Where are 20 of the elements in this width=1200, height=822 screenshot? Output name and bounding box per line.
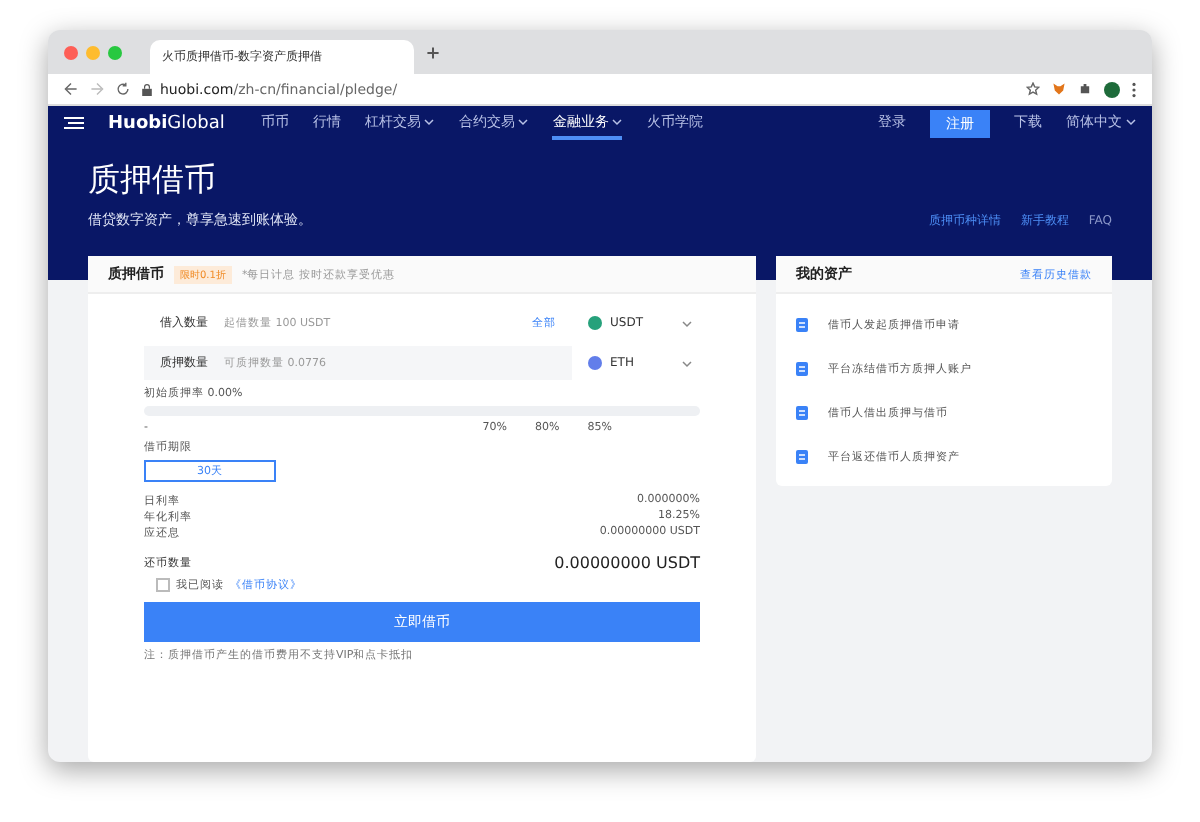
star-icon[interactable]: [1026, 82, 1040, 96]
document-icon: [796, 317, 808, 331]
logo[interactable]: HuobiGlobal: [108, 113, 225, 133]
page-title: 质押借币: [88, 160, 216, 202]
chevron-down-icon: [682, 359, 692, 367]
document-icon: [796, 361, 808, 375]
back-arrow-icon[interactable]: [64, 82, 78, 96]
reload-icon[interactable]: [116, 82, 130, 96]
chevron-down-icon: [1126, 117, 1136, 125]
chevron-down-icon: [682, 319, 692, 327]
avatar-icon[interactable]: [1104, 81, 1120, 97]
repay-amount: 0.00000000 USDT: [554, 554, 700, 572]
puzzle-icon[interactable]: [1078, 82, 1092, 96]
lock-icon: [142, 83, 152, 95]
document-icon: [796, 449, 808, 463]
fox-icon[interactable]: [1052, 82, 1066, 96]
plus-icon[interactable]: [426, 45, 440, 59]
agreement-checkbox[interactable]: [156, 578, 170, 592]
menu-icon[interactable]: [64, 116, 84, 130]
document-icon: [796, 405, 808, 419]
